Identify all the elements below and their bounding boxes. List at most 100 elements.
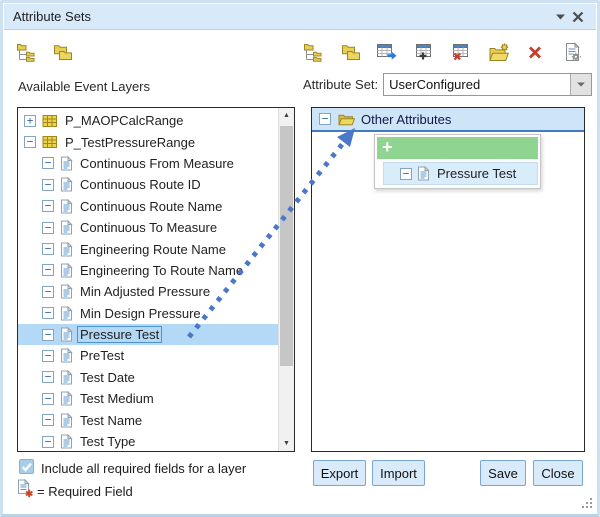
chevron-down-icon[interactable] — [551, 8, 569, 26]
other-attributes-label: Other Attributes — [361, 112, 451, 127]
folder-open-icon — [338, 113, 355, 126]
tree-item-label: Pressure Test — [78, 327, 161, 342]
field-doc-icon — [60, 242, 73, 257]
tree-item-engineering-to-route-name[interactable]: −Engineering To Route Name — [18, 260, 279, 281]
event-layer-icon — [42, 135, 58, 149]
tree-item-test-date[interactable]: − Test Date — [18, 367, 279, 388]
folder-gear-icon[interactable] — [486, 40, 510, 64]
save-button[interactable]: Save — [480, 460, 526, 486]
tree-item-pressure-test[interactable]: − Pressure Test — [18, 324, 279, 345]
field-doc-icon — [417, 166, 430, 181]
collapse-icon[interactable]: − — [42, 393, 54, 405]
collapse-icon[interactable]: − — [42, 329, 54, 341]
collapse-icon[interactable]: − — [42, 179, 54, 191]
field-doc-icon — [60, 370, 73, 385]
field-doc-icon — [60, 263, 73, 278]
open-folders-icon[interactable] — [338, 40, 362, 64]
tree-item-label: Continuous To Measure — [78, 220, 219, 235]
collapse-icon[interactable]: − — [42, 200, 54, 212]
tree-item-min-design-pressure[interactable]: − Min Design Pressure — [18, 303, 279, 324]
drop-indicator: + — [377, 137, 538, 159]
tree-item-engineering-route-name[interactable]: − Engineering Route Name — [18, 238, 279, 259]
field-doc-icon — [60, 413, 73, 428]
collapse-icon[interactable]: − — [24, 136, 36, 148]
titlebar[interactable]: Attribute Sets — [4, 4, 596, 30]
dropdown-caret-icon[interactable] — [570, 74, 591, 95]
attribute-set-tree-icon[interactable] — [14, 40, 38, 64]
tree-item-p-testpressurerange[interactable]: −P_TestPressureRange — [18, 131, 279, 152]
open-folders-icon[interactable] — [50, 40, 74, 64]
tree-item-label: Continuous From Measure — [78, 156, 236, 171]
drag-ghost-label: Pressure Test — [435, 166, 518, 181]
toolbar — [14, 38, 584, 66]
tree-item-continuous-from-measure[interactable]: − Continuous From Measure — [18, 153, 279, 174]
tree-item-p-maopcalcrange[interactable]: + P_MAOPCalcRange — [18, 110, 279, 131]
collapse-icon[interactable]: − — [42, 307, 54, 319]
collapse-icon[interactable]: − — [42, 286, 54, 298]
tree-item-test-name[interactable]: − Test Name — [18, 409, 279, 430]
toolbar-left-group — [14, 38, 74, 66]
tree-item-label: Test Name — [78, 413, 144, 428]
required-field-legend: = Required Field — [37, 484, 133, 499]
field-doc-icon — [60, 327, 73, 342]
resize-grip[interactable] — [582, 498, 593, 509]
collapse-icon[interactable]: − — [42, 414, 54, 426]
field-doc-icon — [60, 284, 73, 299]
expand-icon[interactable]: + — [24, 115, 36, 127]
tree-item-label: P_MAOPCalcRange — [63, 113, 186, 128]
attribute-set-dropdown[interactable]: UserConfigured — [383, 73, 592, 96]
tree-item-label: Test Medium — [78, 391, 156, 406]
tree-item-test-type[interactable]: − Test Type — [18, 431, 279, 452]
field-doc-icon — [60, 220, 73, 235]
collapse-expander-icon[interactable]: − — [319, 113, 331, 125]
attribute-set-tree-icon[interactable] — [301, 40, 325, 64]
table-add-icon[interactable] — [412, 40, 436, 64]
tree-item-label: Test Type — [78, 434, 137, 449]
available-layers-panel: +P_MAOPCalcRange−P_TestPressureRange−Con… — [17, 107, 295, 452]
include-required-fields-checkbox[interactable] — [19, 459, 34, 474]
tree-item-label: Engineering Route Name — [78, 242, 228, 257]
attribute-set-value: UserConfigured — [384, 74, 570, 95]
event-layer-tree: +P_MAOPCalcRange−P_TestPressureRange−Con… — [18, 110, 279, 452]
report-settings-icon[interactable] — [560, 40, 584, 64]
delete-x-icon[interactable] — [523, 40, 547, 64]
scroll-up-icon[interactable]: ▲ — [279, 108, 294, 123]
close-icon[interactable] — [569, 8, 587, 26]
tree-item-label: Min Design Pressure — [78, 306, 203, 321]
attribute-set-label: Attribute Set: — [303, 77, 378, 92]
field-doc-icon — [60, 199, 73, 214]
field-doc-icon — [60, 348, 73, 363]
export-button[interactable]: Export — [313, 460, 366, 486]
tree-item-continuous-to-measure[interactable]: − Continuous To Measure — [18, 217, 279, 238]
tree-item-label: Test Date — [78, 370, 137, 385]
tree-item-label: PreTest — [78, 348, 126, 363]
collapse-icon[interactable]: − — [42, 436, 54, 448]
available-event-layers-label: Available Event Layers — [18, 79, 150, 94]
close-button[interactable]: Close — [533, 460, 583, 486]
collapse-icon[interactable]: − — [42, 243, 54, 255]
collapse-icon[interactable]: − — [42, 264, 54, 276]
drag-ghost: + − Pressure Test — [374, 134, 541, 189]
tree-item-pretest[interactable]: − PreTest — [18, 345, 279, 366]
window-title: Attribute Sets — [13, 9, 551, 24]
tree-scrollbar[interactable]: ▲ ▼ — [278, 108, 294, 451]
field-doc-icon — [60, 434, 73, 449]
tree-item-label: Continuous Route Name — [78, 199, 224, 214]
table-remove-icon[interactable] — [449, 40, 473, 64]
collapse-expander-icon: − — [400, 168, 412, 180]
tree-item-min-adjusted-pressure[interactable]: −Min Adjusted Pressure — [18, 281, 279, 302]
collapse-icon[interactable]: − — [42, 157, 54, 169]
table-load-icon[interactable] — [375, 40, 399, 64]
tree-item-test-medium[interactable]: − Test Medium — [18, 388, 279, 409]
tree-item-continuous-route-id[interactable]: −Continuous Route ID — [18, 174, 279, 195]
scroll-down-icon[interactable]: ▼ — [279, 436, 294, 451]
other-attributes-header[interactable]: − Other Attributes — [312, 108, 584, 132]
field-doc-icon — [60, 391, 73, 406]
include-required-fields-label: Include all required fields for a layer — [41, 461, 246, 476]
import-button[interactable]: Import — [372, 460, 425, 486]
collapse-icon[interactable]: − — [42, 222, 54, 234]
tree-item-continuous-route-name[interactable]: − Continuous Route Name — [18, 196, 279, 217]
collapse-icon[interactable]: − — [42, 350, 54, 362]
scrollbar-thumb[interactable] — [280, 126, 293, 366]
collapse-icon[interactable]: − — [42, 371, 54, 383]
